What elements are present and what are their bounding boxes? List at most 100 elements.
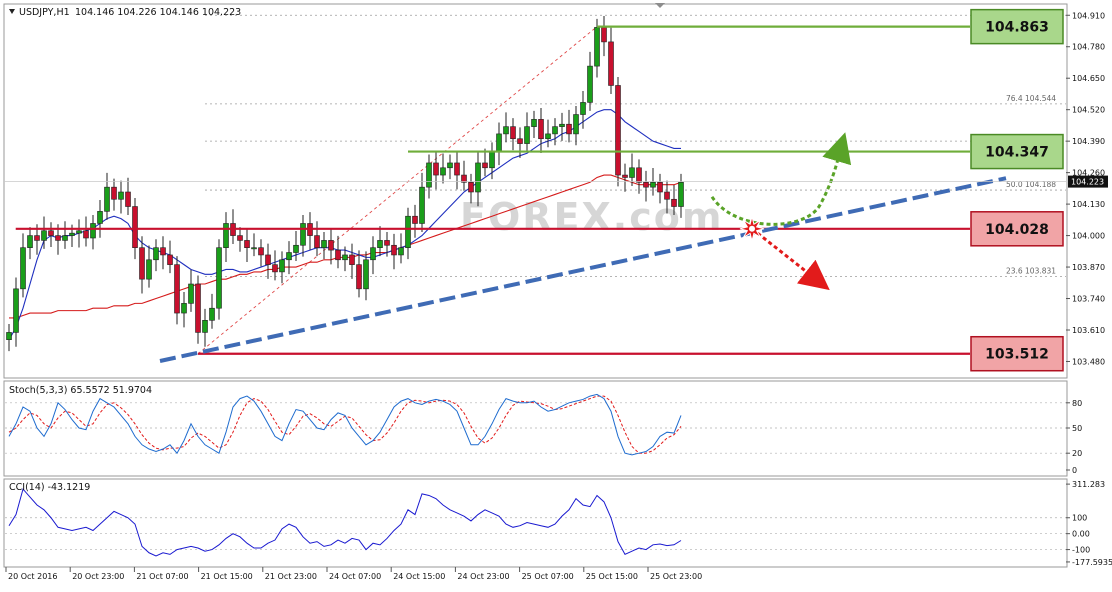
candle-body (559, 123, 565, 127)
stochastic-title: Stoch(5,3,3) 65.5572 51.9704 (9, 385, 152, 396)
candle-body (202, 320, 208, 333)
candle-body (76, 230, 82, 234)
candle-body (538, 119, 544, 140)
stoch-tick-label: 0 (1072, 466, 1077, 475)
price-tick-label: 103.870 (1072, 263, 1105, 272)
candle-body (482, 162, 488, 169)
candle-body (678, 182, 684, 207)
candle-body (181, 303, 187, 314)
candle-body (601, 27, 607, 43)
candle-body (552, 126, 558, 135)
level-box-label: 104.347 (985, 145, 1049, 161)
candle-body (440, 167, 446, 176)
price-tick-label: 104.000 (1072, 232, 1105, 241)
candle-body (69, 232, 75, 236)
candle-body (27, 235, 33, 248)
candle-body (377, 240, 383, 248)
candle-body (216, 247, 222, 309)
time-tick-label: 20 Oct 23:00 (72, 572, 124, 581)
candle-body (433, 162, 439, 176)
candle-body (510, 126, 516, 140)
candle-body (209, 307, 215, 321)
candle-body (475, 162, 481, 193)
candle-body (97, 211, 103, 224)
candle-body (272, 264, 278, 273)
stoch-tick-label: 80 (1072, 399, 1082, 408)
candle-body (251, 247, 257, 250)
candle-body (405, 215, 411, 248)
stochastic-panel (3, 380, 1068, 477)
candle-body (587, 65, 593, 103)
candle-body (454, 162, 460, 176)
cci-panel (3, 478, 1068, 568)
candle-body (20, 247, 26, 290)
candle-body (174, 264, 180, 314)
cci-title: CCI(14) -43.1219 (9, 482, 90, 493)
cci-tick-label: -100 (1072, 546, 1090, 555)
candle-body (118, 191, 124, 200)
price-tick-label: 103.480 (1072, 357, 1105, 366)
cci-tick-label: 0.00 (1072, 530, 1090, 539)
candle-body (363, 259, 369, 290)
time-tick-label: 21 Oct 15:00 (201, 572, 253, 581)
price-tick-label: 104.390 (1072, 137, 1105, 146)
candle-body (671, 198, 677, 207)
stoch-tick-label: 50 (1072, 424, 1082, 433)
candle-body (41, 230, 47, 241)
candle-body (657, 182, 663, 193)
price-tick-label: 104.910 (1072, 11, 1105, 20)
candle-body (426, 162, 432, 188)
candle-body (622, 174, 628, 178)
candle-body (398, 247, 404, 256)
price-tick-label: 104.130 (1072, 200, 1105, 209)
candle-body (188, 283, 194, 304)
breakout-burst-core (749, 225, 755, 232)
time-tick-label: 21 Oct 07:00 (136, 572, 188, 581)
candle-body (286, 252, 292, 261)
candle-body (489, 150, 495, 169)
time-tick-label: 24 Oct 23:00 (457, 572, 509, 581)
candle-body (125, 191, 131, 207)
candle-body (13, 288, 19, 333)
candle-body (412, 215, 418, 224)
ohlc-label: 104.146 104.226 104.146 104.223 (75, 7, 241, 18)
time-tick-label: 21 Oct 23:00 (265, 572, 317, 581)
candle-body (636, 167, 642, 183)
candle-body (237, 235, 243, 241)
candle-body (608, 41, 614, 86)
candle-body (594, 27, 600, 67)
candle-body (48, 230, 54, 236)
price-tick-label: 104.520 (1072, 106, 1105, 115)
candle-body (342, 254, 348, 261)
candle-body (566, 123, 572, 135)
current-price-label: 104.223 (1071, 178, 1104, 187)
symbol-label: USDJPY,H1 (19, 7, 70, 18)
candle-body (111, 186, 117, 200)
price-tick-label: 104.780 (1072, 43, 1105, 52)
candle-body (496, 133, 502, 152)
candle-body (167, 254, 173, 265)
candle-body (650, 182, 656, 188)
candle-body (664, 191, 670, 200)
candle-body (258, 247, 264, 256)
chart-canvas[interactable]: FOREX.com 76.4 104.54450.0 104.18823.6 1… (0, 0, 1112, 588)
candle-body (293, 244, 299, 253)
stoch-tick-label: 20 (1072, 449, 1082, 458)
level-box-label: 104.863 (985, 20, 1049, 36)
candle-body (55, 235, 61, 241)
candle-body (244, 240, 250, 248)
candle-body (265, 254, 271, 265)
candle-body (6, 332, 12, 340)
candle-body (321, 240, 327, 248)
candle-body (314, 235, 320, 248)
candle-body (328, 240, 334, 251)
forex-chart-window: FOREX.com 76.4 104.544 50.0 104.188 23.6 1… (0, 0, 1112, 588)
candle-body (517, 138, 523, 144)
price-tick-label: 104.650 (1072, 74, 1105, 83)
candle-body (545, 133, 551, 140)
time-tick-label: 24 Oct 15:00 (393, 572, 445, 581)
candle-body (153, 247, 159, 261)
fib-label: 76.4 104.544 (1006, 94, 1056, 103)
cci-tick-label: 100 (1072, 514, 1087, 523)
cci-tick-label: -177.59359 (1072, 558, 1112, 567)
